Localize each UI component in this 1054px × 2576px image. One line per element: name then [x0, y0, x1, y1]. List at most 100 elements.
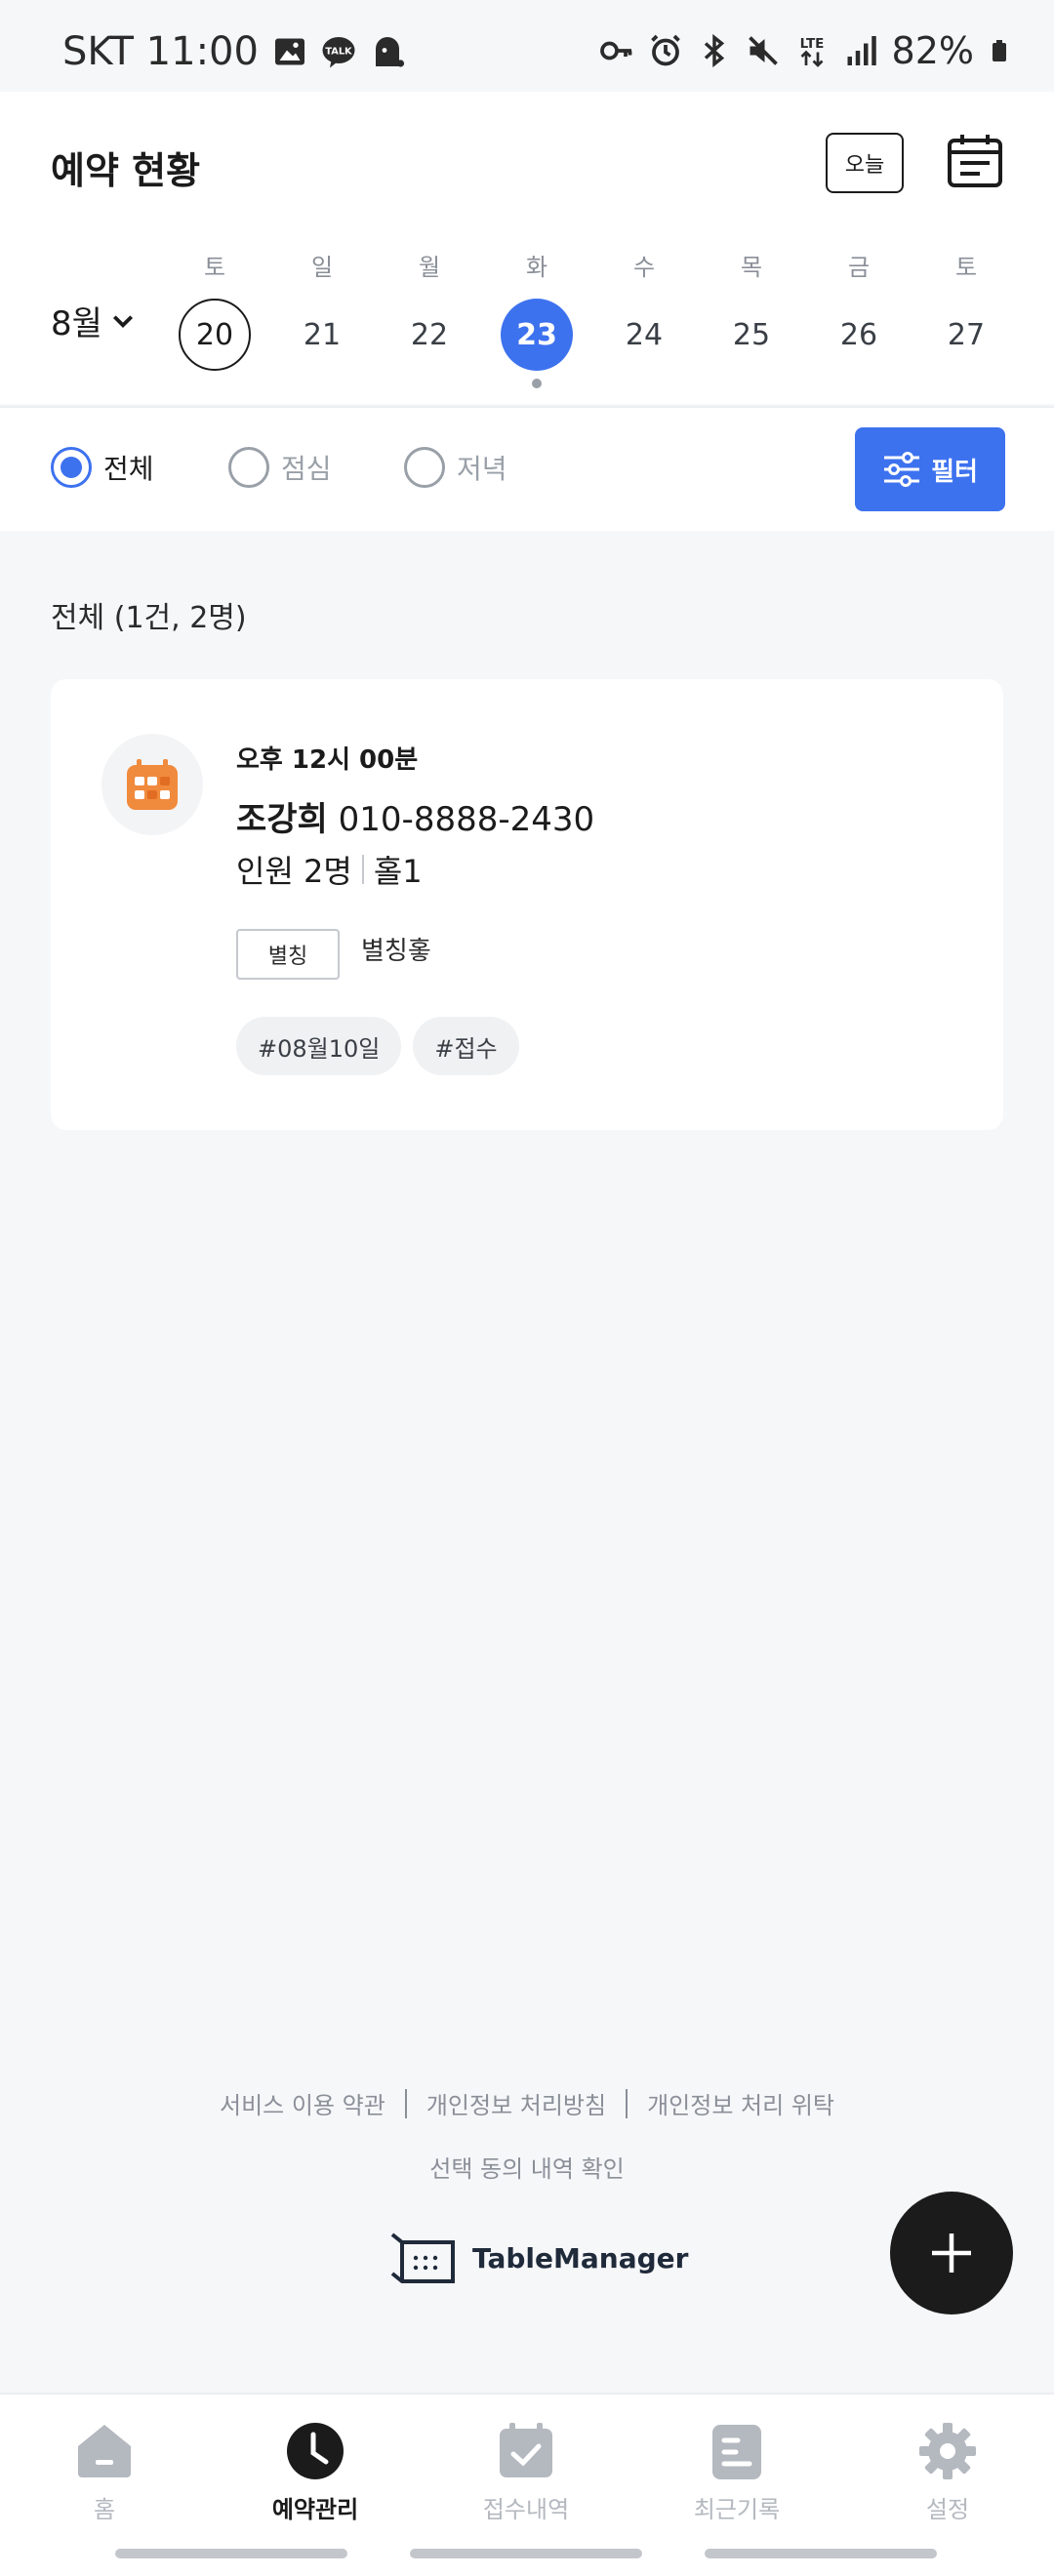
nav-settings[interactable]: 설정	[874, 2420, 1021, 2524]
gesture-handle[interactable]	[115, 2549, 347, 2558]
nav-label: 홈	[93, 2496, 116, 2523]
nav-receipts[interactable]: 접수내역	[453, 2420, 599, 2524]
key-icon	[599, 41, 631, 60]
date-strip: 토 20 일 21 월 22 화 23 수 24 목 25 금 26 토 27	[176, 248, 1015, 394]
radio-dinner[interactable]: 저녁	[404, 447, 507, 488]
gear-icon	[916, 2420, 979, 2482]
battery-percent: 82%	[891, 29, 974, 72]
ghost-app-icon	[375, 37, 405, 67]
hashtag-chip: #08월10일	[236, 1017, 402, 1075]
radio-circle	[51, 447, 92, 488]
reservation-time: 오후 12시 00분	[236, 745, 419, 775]
reservation-dot	[532, 379, 542, 388]
date-number: 24	[625, 317, 664, 352]
date-item[interactable]: 목 25	[712, 248, 790, 371]
guest-phone: 010-8888-2430	[338, 800, 595, 839]
nickname-value: 별칭홓	[361, 937, 431, 966]
month-label: 8월	[51, 304, 102, 343]
nickname-label: 별칭	[236, 929, 340, 980]
date-item[interactable]: 월 22	[390, 248, 468, 371]
battery-icon	[993, 40, 1006, 61]
status-left: SKT 11:00 TALK	[62, 29, 405, 74]
date-number: 25	[732, 317, 771, 352]
nav-label: 접수내역	[482, 2496, 570, 2523]
guest-name: 조강희	[236, 800, 328, 839]
reservation-card[interactable]: 오후 12시 00분 조강희 010-8888-2430 인원 2명 홀1 별칭…	[51, 679, 1003, 1130]
nav-label: 예약관리	[271, 2496, 359, 2523]
table-name: 홀1	[373, 853, 423, 890]
svg-text:LTE: LTE	[799, 36, 824, 52]
consent-row: 선택 동의 내역 확인	[0, 2150, 1054, 2184]
filter-button-label: 필터	[931, 457, 978, 487]
clock-icon	[284, 2420, 346, 2482]
party-size: 인원 2명	[236, 853, 352, 890]
date-item[interactable]: 금 26	[820, 248, 898, 371]
filter-button[interactable]: 필터	[855, 427, 1005, 511]
brand-logo: TableManager	[388, 2231, 688, 2285]
date-item[interactable]: 토 20	[176, 248, 254, 371]
privacy-policy-link[interactable]: 개인정보 처리방침	[426, 2086, 606, 2120]
gesture-handle[interactable]	[410, 2549, 642, 2558]
gallery-icon	[274, 38, 304, 65]
nav-recent[interactable]: 최근기록	[664, 2420, 810, 2524]
radio-circle	[404, 447, 445, 488]
date-item[interactable]: 토 27	[927, 248, 1005, 371]
radio-label: 점심	[281, 453, 332, 485]
calendar-icon	[101, 734, 203, 835]
party-info: 인원 2명 홀1	[236, 847, 423, 892]
brand-name: TableManager	[472, 2241, 689, 2274]
nav-label: 최근기록	[693, 2496, 781, 2523]
guest-info: 조강희 010-8888-2430	[236, 792, 594, 840]
page-title: 예약 현황	[51, 149, 201, 192]
kakaotalk-icon: TALK	[322, 37, 355, 68]
svg-text:TALK: TALK	[325, 46, 352, 57]
date-number: 23	[501, 299, 573, 371]
nav-reservations[interactable]: 예약관리	[242, 2420, 388, 2524]
weekday-label: 일	[310, 254, 334, 281]
date-number: 26	[839, 317, 878, 352]
gesture-handle[interactable]	[705, 2549, 937, 2558]
weekday-label: 토	[203, 254, 226, 281]
bluetooth-icon	[704, 33, 724, 68]
consent-history-link[interactable]: 선택 동의 내역 확인	[429, 2150, 625, 2184]
nav-label: 설정	[925, 2496, 970, 2523]
date-item[interactable]: 수 24	[605, 248, 683, 371]
radio-lunch[interactable]: 점심	[228, 447, 332, 488]
meal-filter-bar: 전체 점심 저녁 필터	[0, 406, 1054, 531]
chevron-down-icon	[112, 314, 133, 328]
tablemanager-logo-icon	[390, 2233, 455, 2283]
date-number: 27	[947, 317, 986, 352]
month-selector[interactable]: 8월	[51, 297, 136, 344]
hashtag-chip: #접수	[413, 1017, 519, 1075]
radio-all[interactable]: 전체	[51, 447, 154, 488]
add-reservation-button[interactable]	[890, 2192, 1013, 2314]
alarm-icon	[650, 34, 680, 66]
app-header: 예약 현황 오늘 8월 토 20 일 21 월 22 화 23 수 24 목 2…	[0, 92, 1054, 404]
home-icon	[73, 2420, 136, 2482]
date-item-selected[interactable]: 화 23	[498, 248, 576, 388]
date-item[interactable]: 일 21	[283, 248, 361, 371]
today-button[interactable]: 오늘	[826, 133, 904, 193]
weekday-label: 토	[954, 254, 978, 281]
nav-home[interactable]: 홈	[31, 2420, 178, 2524]
divider	[361, 855, 364, 884]
calendar-check-icon	[495, 2420, 557, 2482]
calendar-list-icon[interactable]	[947, 133, 1003, 189]
date-number: 21	[303, 317, 342, 352]
mute-icon	[748, 36, 778, 65]
date-number: 22	[410, 317, 449, 352]
policy-links: 서비스 이용 약관 개인정보 처리방침 개인정보 처리 위탁	[0, 2086, 1054, 2120]
hashtag-list: #08월10일 #접수	[236, 1017, 519, 1075]
privacy-consignment-link[interactable]: 개인정보 처리 위탁	[647, 2086, 834, 2120]
terms-link[interactable]: 서비스 이용 약관	[220, 2086, 385, 2120]
plus-icon	[932, 2234, 971, 2273]
radio-label: 전체	[103, 453, 154, 485]
status-bar: SKT 11:00 TALK LTE 82%	[0, 0, 1054, 92]
lte-icon: LTE	[799, 36, 824, 67]
weekday-label: 금	[847, 254, 871, 281]
document-icon	[706, 2420, 768, 2482]
divider	[404, 2088, 407, 2118]
carrier-time: SKT 11:00	[62, 29, 259, 74]
divider	[626, 2088, 628, 2118]
weekday-label: 목	[740, 254, 763, 281]
